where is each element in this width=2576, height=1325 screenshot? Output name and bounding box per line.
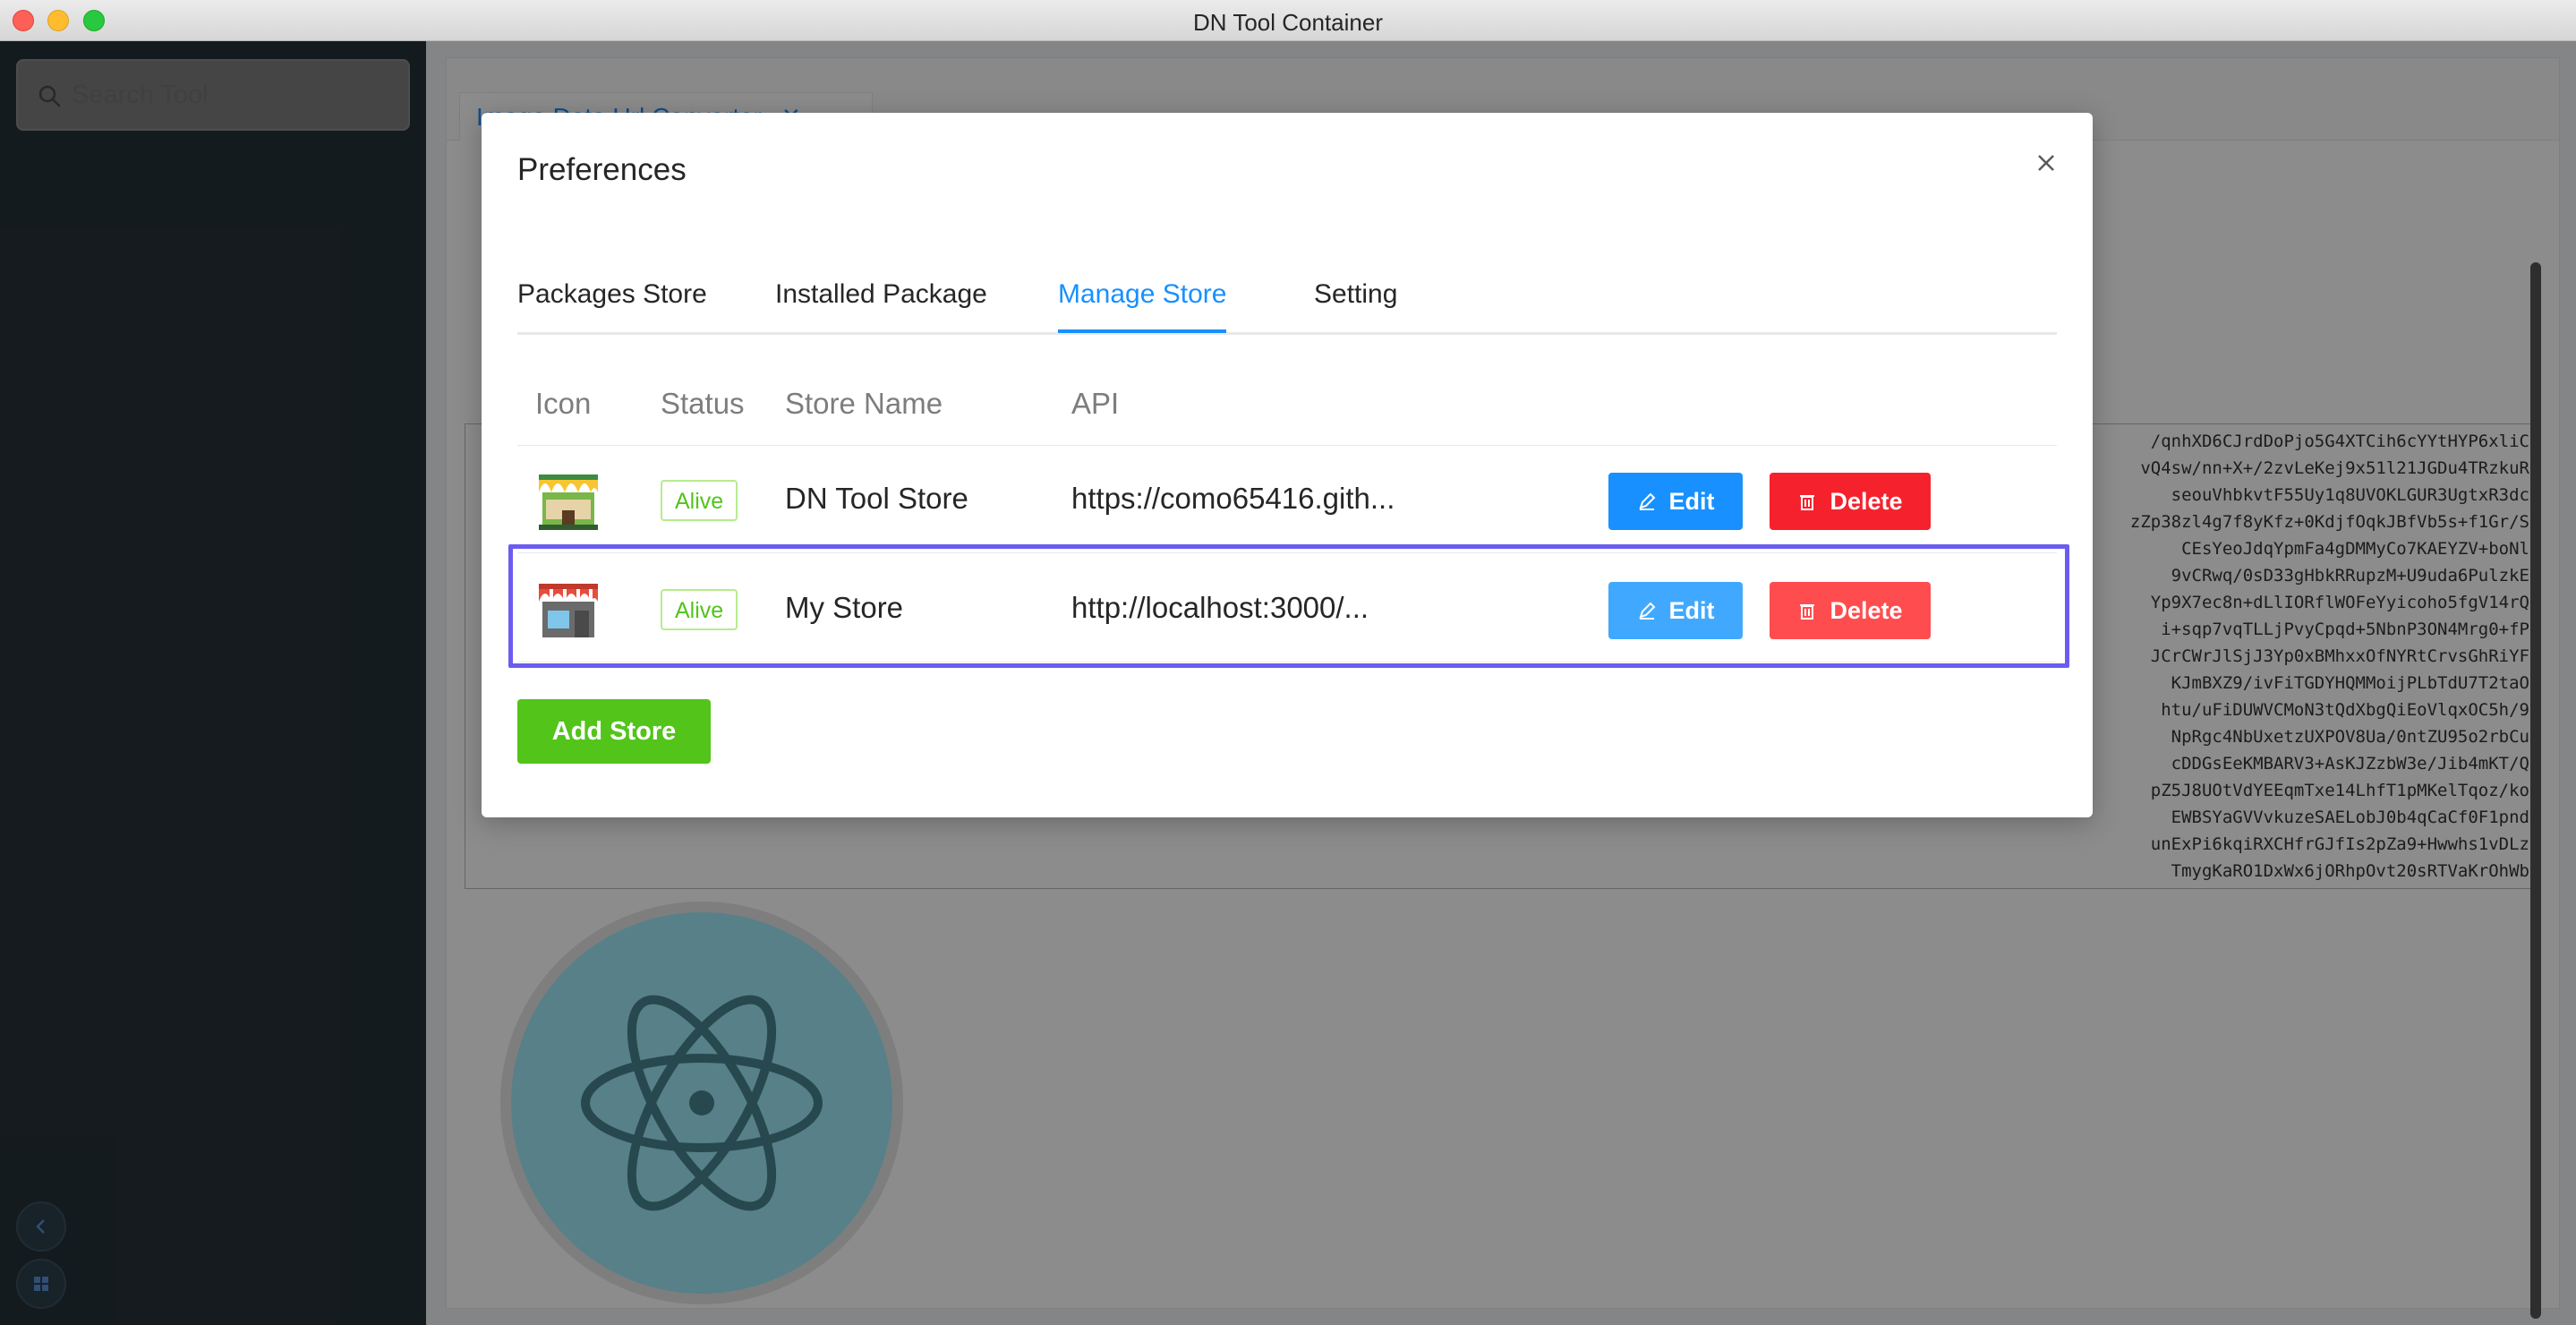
table-row: Alive My Store http://localhost:3000/...… — [517, 555, 2057, 662]
trash-icon — [1800, 604, 1815, 620]
add-store-button[interactable]: Add Store — [517, 699, 711, 764]
preferences-tabs: Packages Store Installed Package Manage … — [517, 274, 2057, 335]
edit-button[interactable]: Edit — [1608, 473, 1743, 530]
store-awning-red-icon — [539, 584, 598, 637]
table-header: Icon Status Store Name API — [517, 355, 2057, 446]
tab-manage-store[interactable]: Manage Store — [1058, 279, 1227, 333]
tab-packages-store[interactable]: Packages Store — [517, 279, 707, 333]
edit-button[interactable]: Edit — [1608, 582, 1743, 639]
delete-label: Delete — [1830, 487, 1903, 515]
edit-label: Edit — [1668, 596, 1715, 624]
store-api: https://como65416.gith... — [1071, 482, 1395, 515]
edit-label: Edit — [1668, 487, 1715, 515]
tab-installed-package[interactable]: Installed Package — [775, 279, 987, 333]
delete-button[interactable]: Delete — [1770, 582, 1931, 639]
close-icon[interactable] — [2030, 147, 2062, 179]
column-header-icon: Icon — [535, 387, 592, 420]
table-row: Alive DN Tool Store https://como65416.gi… — [517, 446, 2057, 553]
store-name: DN Tool Store — [785, 482, 968, 515]
store-api: http://localhost:3000/... — [1071, 591, 1369, 624]
edit-icon — [1638, 602, 1655, 620]
delete-button[interactable]: Delete — [1770, 473, 1931, 530]
store-name: My Store — [785, 591, 904, 624]
column-header-status: Status — [661, 387, 745, 420]
preferences-modal: Preferences Packages Store Installed Pac… — [482, 113, 2093, 817]
delete-label: Delete — [1830, 596, 1903, 624]
column-header-api: API — [1071, 387, 1120, 420]
status-badge: Alive — [661, 480, 738, 521]
window-titlebar: DN Tool Container — [0, 0, 2576, 41]
edit-icon — [1638, 492, 1655, 510]
modal-title: Preferences — [517, 152, 687, 187]
tab-setting[interactable]: Setting — [1314, 279, 1397, 333]
trash-icon — [1800, 495, 1815, 510]
window-title: DN Tool Container — [1193, 9, 1383, 36]
status-badge: Alive — [661, 589, 738, 630]
store-awning-yellow-icon — [539, 474, 598, 530]
column-header-store-name: Store Name — [785, 387, 943, 420]
